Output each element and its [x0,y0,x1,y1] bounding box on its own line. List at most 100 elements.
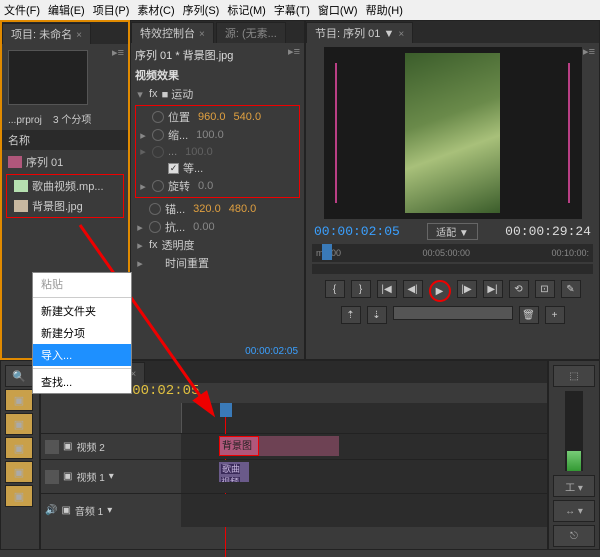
folder-icon[interactable]: ▣ [5,437,33,459]
menu-sequence[interactable]: 序列(S) [183,2,220,18]
current-timecode[interactable]: 00:00:02:05 [314,224,400,239]
goto-in-button[interactable]: |◀ [377,280,397,298]
video-effects-section[interactable]: 视频效果 [135,67,300,83]
uniform-scale-checkbox[interactable]: ✓ [168,163,179,174]
menu-project[interactable]: 项目(P) [93,2,130,18]
stopwatch-icon[interactable] [149,221,161,233]
motion-effect-header[interactable]: ▾ fx ■ 运动 [135,85,300,103]
tool-group-c[interactable]: ⎋ [553,525,595,547]
uniform-scale-row[interactable]: ✓ 等... [138,159,297,177]
menu-file[interactable]: 文件(F) [4,2,40,18]
source-tab[interactable]: 源: (无素... [216,22,286,43]
stopwatch-icon[interactable] [152,129,164,141]
folder-icon[interactable]: ▣ [5,413,33,435]
track-label[interactable]: 视频 1 [76,469,104,484]
twirl-icon[interactable]: ▾ [135,88,145,101]
name-column-header[interactable]: 名称 [2,130,128,150]
clip-video[interactable]: 歌曲视频 [219,462,249,482]
menu-window[interactable]: 窗口(W) [318,2,358,18]
position-x[interactable]: 960.0 [198,111,226,123]
menu-edit[interactable]: 编辑(E) [48,2,85,18]
track-options-icon[interactable]: ▾ [107,505,112,516]
ctx-import[interactable]: 导入... [33,344,131,366]
menu-help[interactable]: 帮助(H) [366,2,403,18]
panel-menu-icon[interactable]: ▸≡ [288,45,300,58]
track-label[interactable]: 视频 2 [76,439,104,454]
trash-button[interactable]: 🗑 [519,306,539,324]
program-tab[interactable]: 节目: 序列 01 ▼× [306,22,413,43]
close-icon[interactable]: × [76,30,82,41]
goto-out-button[interactable]: ▶| [483,280,503,298]
opacity-header[interactable]: ▸fx 透明度 [135,236,300,254]
scale-width-row: ▸ ... 100.0 [138,144,297,159]
step-back-button[interactable]: ◀| [403,280,423,298]
antiflicker-row[interactable]: ▸ 抗... 0.00 [135,218,300,236]
menu-marker[interactable]: 标记(M) [227,2,266,18]
search-icon[interactable]: 🔍 [5,365,33,387]
project-tab[interactable]: 项目: 未命名× [2,23,91,44]
step-fwd-button[interactable]: |▶ [457,280,477,298]
menu-title[interactable]: 字幕(T) [274,2,310,18]
close-icon[interactable]: × [199,29,205,40]
clip-image[interactable]: 背景图 [219,436,259,456]
position-row[interactable]: 位置 960.0 540.0 [138,108,297,126]
anchor-row[interactable]: 锚... 320.0 480.0 [135,200,300,218]
stopwatch-icon[interactable] [149,203,161,215]
ctx-new-bin[interactable]: 新建分项 [33,322,131,344]
export-frame-button[interactable]: ✎ [561,280,581,298]
zoom-fit-dropdown[interactable]: 适配 ▼ [427,223,478,240]
mute-icon[interactable]: 🔊 [45,505,57,516]
scale-value[interactable]: 100.0 [196,129,224,141]
stopwatch-icon[interactable] [152,180,164,192]
set-in-button[interactable]: { [325,280,345,298]
program-scrub-bar[interactable] [312,264,593,274]
bin-item-image[interactable]: 背景图.jpg [8,196,122,216]
selection-tool[interactable]: ⬚ [553,365,595,387]
timeline-ruler[interactable] [181,403,547,433]
bin-item-sequence[interactable]: 序列 01 [2,152,128,172]
bin-item-audio[interactable]: 歌曲视频.mp... [8,176,122,196]
rotation-value[interactable]: 0.0 [198,180,213,192]
time-remap-header[interactable]: ▸ 时间重置 [135,254,300,272]
project-file-label: ...prproj [8,115,42,126]
add-button[interactable]: + [545,306,565,324]
position-y[interactable]: 540.0 [234,111,262,123]
jog-wheel[interactable] [393,306,513,320]
panel-menu-icon[interactable]: ▸≡ [112,46,124,59]
effect-controls-tab[interactable]: 特效控制台× [131,22,214,43]
effect-timecode: 00:00:02:05 [245,346,298,357]
track-options-icon[interactable]: ▾ [109,471,114,482]
track-label[interactable]: 音频 1 [75,503,103,518]
program-monitor-view[interactable] [324,47,582,219]
playhead-icon[interactable] [220,403,232,417]
rotation-row[interactable]: ▸ 旋转 0.0 [138,177,297,195]
set-out-button[interactable]: } [351,280,371,298]
toggle-track-output[interactable] [45,470,59,484]
program-time-ruler[interactable]: m0:00 00:05:00:00 00:10:00: [312,244,593,262]
anchor-y[interactable]: 480.0 [229,203,257,215]
program-monitor-panel: 节目: 序列 01 ▼× ▸≡ 00:00:02:05 适配 ▼ 00:00:2… [305,20,600,360]
close-icon[interactable]: × [398,29,404,40]
anchor-x[interactable]: 320.0 [193,203,221,215]
play-button[interactable]: ▶ [429,280,451,302]
safe-margin-button[interactable]: ⊡ [535,280,555,298]
folder-icon[interactable]: ▣ [5,389,33,411]
menu-clip[interactable]: 素材(C) [137,2,174,18]
folder-icon[interactable]: ▣ [5,485,33,507]
ctx-find[interactable]: 查找... [33,371,131,393]
tool-group-b[interactable]: ↔ ▾ [553,500,595,522]
folder-icon[interactable]: ▣ [5,461,33,483]
ctx-new-folder[interactable]: 新建文件夹 [33,300,131,322]
stopwatch-icon[interactable] [152,111,164,123]
dropdown-icon[interactable]: ▼ [383,28,394,40]
lift-button[interactable]: ⇡ [341,306,361,324]
extract-button[interactable]: ⇣ [367,306,387,324]
panel-menu-icon[interactable]: ▸≡ [583,45,595,58]
toggle-track-output[interactable] [45,440,59,454]
antiflicker-value[interactable]: 0.00 [193,221,214,233]
scale-row[interactable]: ▸ 缩... 100.0 [138,126,297,144]
playhead-icon[interactable] [322,244,332,260]
tool-group-a[interactable]: 工 ▾ [553,475,595,497]
loop-button[interactable]: ⟲ [509,280,529,298]
twirl-icon[interactable]: ▸ [138,129,148,142]
